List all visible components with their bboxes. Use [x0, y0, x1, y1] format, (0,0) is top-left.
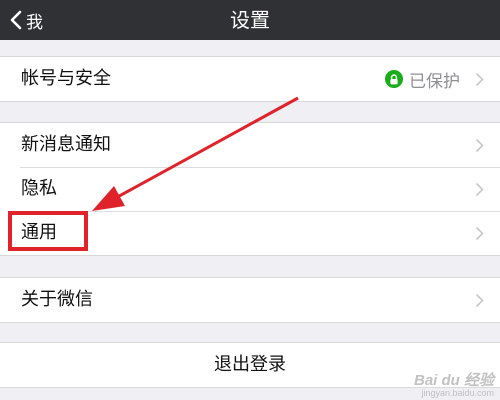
divider: [20, 211, 500, 212]
settings-item-label: 关于微信: [21, 289, 93, 310]
settings-group-general: 新消息通知 隐私 通用: [0, 122, 500, 256]
chevron-right-icon: [475, 226, 484, 241]
settings-item-about[interactable]: 关于微信: [0, 278, 500, 322]
lock-icon: [385, 70, 403, 88]
watermark-url: jingyan.baidu.com: [421, 388, 494, 398]
chevron-right-icon: [475, 72, 484, 87]
settings-item-label: 隐私: [21, 178, 57, 199]
divider: [20, 167, 500, 168]
navigation-bar: 我 设置: [0, 0, 500, 40]
settings-item-privacy[interactable]: 隐私: [0, 167, 500, 211]
chevron-right-icon: [475, 138, 484, 153]
settings-item-notifications[interactable]: 新消息通知: [0, 123, 500, 167]
settings-group-account: 帐号与安全 已保护: [0, 56, 500, 102]
settings-item-label: 通用: [21, 222, 57, 243]
chevron-right-icon: [475, 182, 484, 197]
baidu-watermark: Bai du 经验 jingyan.baidu.com: [414, 369, 494, 398]
settings-item-account-security[interactable]: 帐号与安全 已保护: [0, 57, 500, 101]
settings-item-label: 帐号与安全: [21, 68, 111, 89]
page-title: 设置: [230, 8, 270, 32]
settings-item-label: 新消息通知: [21, 134, 111, 155]
watermark-logo-text: Bai du 经验: [413, 372, 494, 389]
chevron-right-icon: [475, 293, 484, 308]
settings-group-about: 关于微信: [0, 277, 500, 323]
settings-item-general[interactable]: 通用: [0, 211, 500, 255]
status-badge: 已保护: [409, 71, 460, 92]
account-security-status: 已保护: [385, 57, 460, 101]
